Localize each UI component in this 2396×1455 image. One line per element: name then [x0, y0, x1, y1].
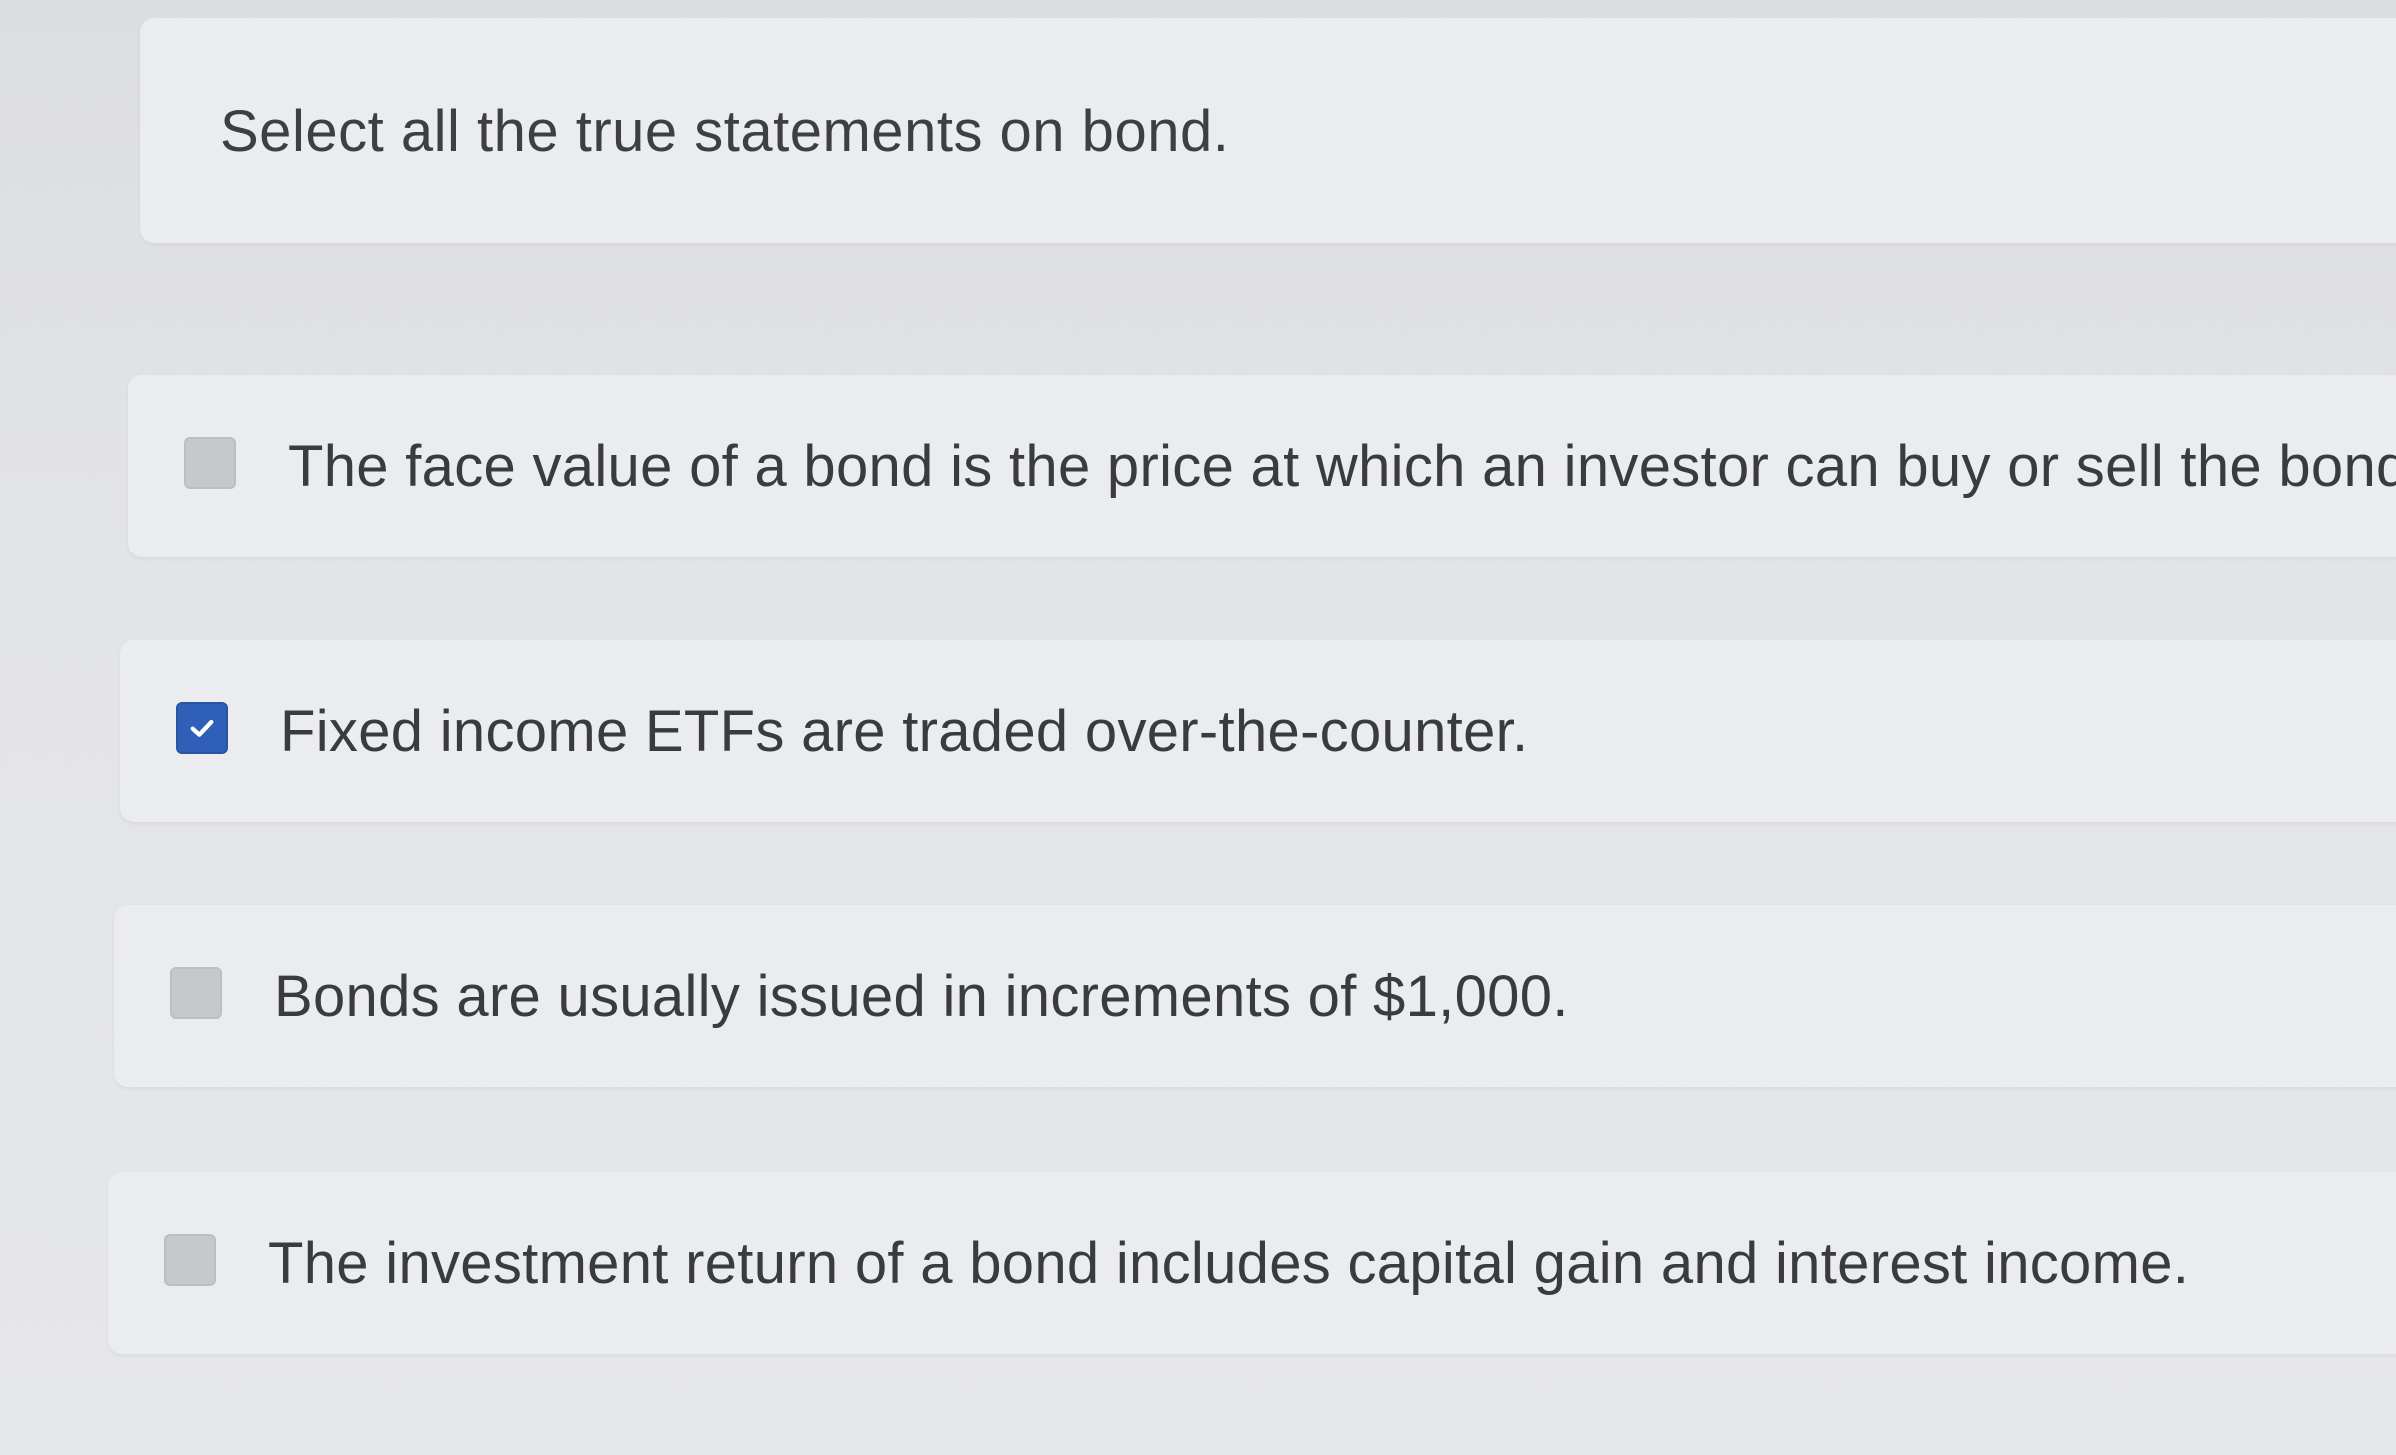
- option-4-label[interactable]: The investment return of a bond includes…: [268, 1230, 2189, 1297]
- option-3-label[interactable]: Bonds are usually issued in increments o…: [274, 963, 1569, 1030]
- question-prompt: Select all the true statements on bond.: [220, 99, 1230, 164]
- question-card: Select all the true statements on bond.: [140, 18, 2396, 243]
- answer-option-4[interactable]: The investment return of a bond includes…: [108, 1172, 2396, 1354]
- option-3-checkbox[interactable]: [170, 967, 222, 1019]
- checkmark-icon: [190, 719, 214, 737]
- option-2-label[interactable]: Fixed income ETFs are traded over-the-co…: [280, 698, 1528, 765]
- answer-option-3[interactable]: Bonds are usually issued in increments o…: [114, 905, 2396, 1087]
- option-1-checkbox[interactable]: [184, 437, 236, 489]
- answer-option-2[interactable]: Fixed income ETFs are traded over-the-co…: [120, 640, 2396, 822]
- option-4-checkbox[interactable]: [164, 1234, 216, 1286]
- option-1-label[interactable]: The face value of a bond is the price at…: [288, 433, 2396, 500]
- answer-option-1[interactable]: The face value of a bond is the price at…: [128, 375, 2396, 557]
- option-2-checkbox[interactable]: [176, 702, 228, 754]
